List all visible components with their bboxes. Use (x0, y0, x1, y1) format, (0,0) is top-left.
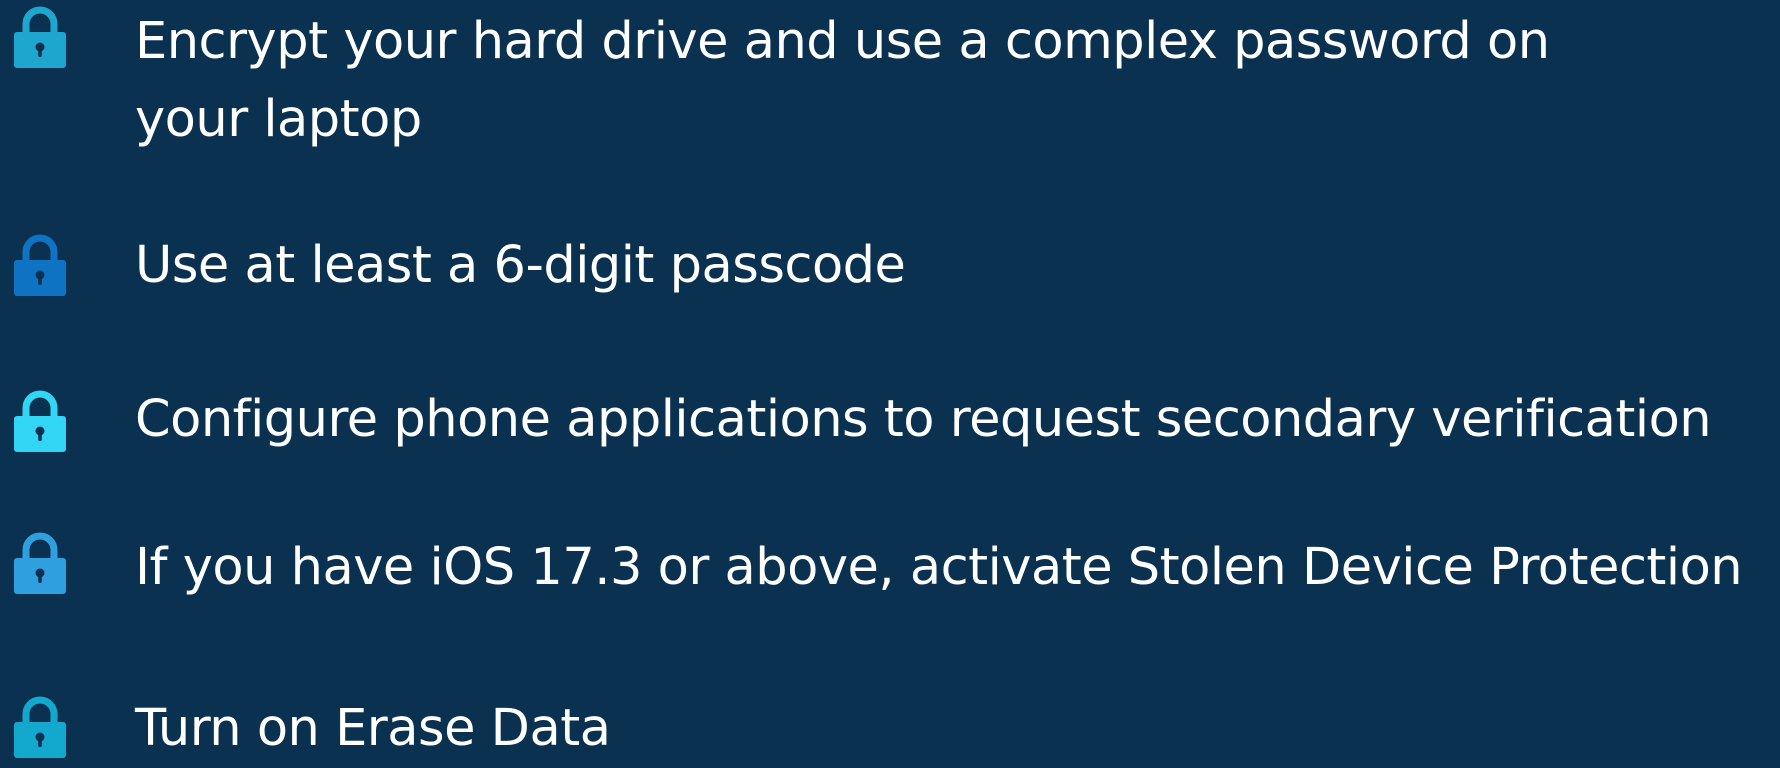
lock-icon-svg (14, 532, 66, 594)
bullet-text: Turn on Erase Data (135, 699, 611, 758)
lock-icon (12, 232, 68, 298)
security-tips-slide: Encrypt your hard drive and use a comple… (0, 0, 1780, 764)
lock-icon-svg (14, 6, 66, 68)
lock-icon-svg (14, 234, 66, 296)
lock-icon-svg (14, 696, 66, 758)
lock-icon (12, 4, 68, 70)
lock-icon-svg (14, 390, 66, 452)
bullet-text: Configure phone applications to request … (135, 390, 1712, 449)
lock-icon (12, 694, 68, 760)
bullet-text: Use at least a 6-digit passcode (135, 236, 906, 295)
bullet-text: If you have iOS 17.3 or above, activate … (135, 538, 1743, 597)
bullet-text: Encrypt your hard drive and use a comple… (135, 12, 1550, 149)
lock-icon (12, 530, 68, 596)
lock-icon (12, 388, 68, 454)
